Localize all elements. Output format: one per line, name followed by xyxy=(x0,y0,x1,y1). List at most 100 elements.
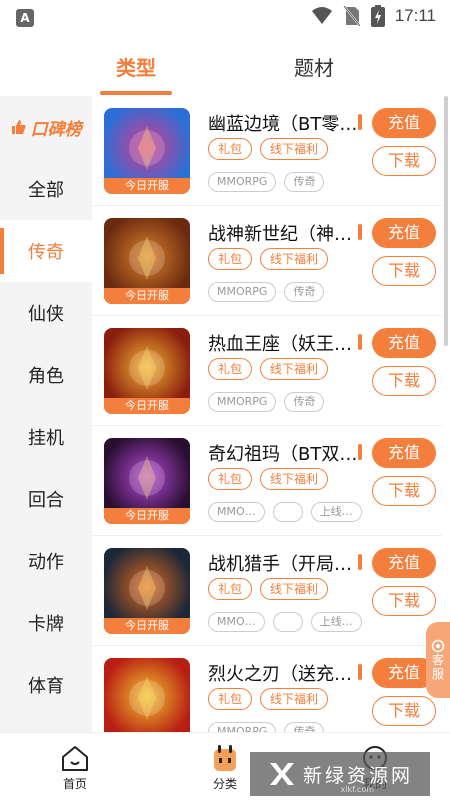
game-tag: 礼包 xyxy=(208,688,253,710)
game-tags: 礼包 线下福利 xyxy=(208,578,329,600)
game-categories: MMORPG 传奇 xyxy=(208,172,325,192)
battery-charging-icon xyxy=(370,5,385,27)
game-category: MMORPG xyxy=(208,722,277,732)
game-thumbnail[interactable]: 今日开服 xyxy=(104,438,190,524)
game-tag: 线下福利 xyxy=(260,248,329,270)
download-button[interactable]: 下载 xyxy=(372,146,436,176)
game-thumbnail[interactable] xyxy=(104,658,190,732)
game-category xyxy=(272,502,303,522)
download-button[interactable]: 下载 xyxy=(372,256,436,286)
watermark-logo: 新绿资源网 xlkf.com xyxy=(250,752,430,796)
game-category: 传奇 xyxy=(284,722,325,732)
recharge-button[interactable]: 充值 xyxy=(372,548,436,578)
game-thumbnail[interactable]: 今日开服 xyxy=(104,328,190,414)
wifi-icon xyxy=(311,7,332,24)
download-button[interactable]: 下载 xyxy=(372,696,436,726)
sidebar-item-card[interactable]: 卡牌 xyxy=(0,592,92,654)
game-tag: 礼包 xyxy=(208,468,253,490)
sidebar-item-rpg[interactable]: 角色 xyxy=(0,344,92,406)
recharge-button[interactable]: 充值 xyxy=(372,328,436,358)
game-category: 传奇 xyxy=(284,172,325,192)
no-sim-icon xyxy=(342,5,361,27)
today-open-banner: 今日开服 xyxy=(104,178,190,194)
game-row[interactable]: 今日开服 奇幻祖玛（BT双… 礼包 线下福利 MMO… 上线… 充值下载 xyxy=(92,426,442,536)
watermark-logo-icon xyxy=(269,763,294,785)
game-tag: 线下福利 xyxy=(260,688,329,710)
game-title[interactable]: 热血王座（妖王… xyxy=(208,330,364,356)
game-tags: 礼包 线下福利 xyxy=(208,358,329,380)
game-category: 传奇 xyxy=(284,392,325,412)
game-categories: MMORPG 传奇 xyxy=(208,282,325,302)
title-marker xyxy=(358,114,362,130)
sidebar-item-turn-based[interactable]: 回合 xyxy=(0,468,92,530)
game-tag: 礼包 xyxy=(208,138,253,160)
today-open-banner: 今日开服 xyxy=(104,398,190,414)
sidebar-item-reputation-rank[interactable]: 口碑榜 xyxy=(0,96,92,158)
sidebar-item-legend[interactable]: 传奇 xyxy=(0,220,92,282)
game-list[interactable]: 今日开服 幽蓝边境（BT零… 礼包 线下福利 MMORPG 传奇 充值 下载 今日开服 战神新世纪… xyxy=(92,96,442,732)
category-sidebar: 口碑榜 全部 传奇 仙侠 角色 挂机 回合 动作 卡牌 体育 xyxy=(0,96,92,736)
customer-service-label-bottom: 服 xyxy=(431,667,444,681)
sidebar-item-xianxia[interactable]: 仙侠 xyxy=(0,282,92,344)
tab-theme[interactable]: 题材 xyxy=(264,52,364,81)
game-category: 上线… xyxy=(310,502,362,522)
game-row[interactable]: 今日开服 幽蓝边境（BT零… 礼包 线下福利 MMORPG 传奇 充值下载 xyxy=(92,96,442,206)
game-tags: 礼包 线下福利 xyxy=(208,248,329,270)
status-bar: A 17:11 xyxy=(0,0,450,36)
sidebar-item-all[interactable]: 全部 xyxy=(0,158,92,220)
title-marker xyxy=(358,444,362,460)
customer-service-button[interactable]: 客 服 xyxy=(426,622,450,698)
game-thumbnail[interactable]: 今日开服 xyxy=(104,548,190,634)
game-category: MMO… xyxy=(208,502,265,522)
download-button[interactable]: 下载 xyxy=(372,366,436,396)
game-tag: 线下福利 xyxy=(260,138,329,160)
game-art-image xyxy=(129,676,165,720)
title-marker xyxy=(358,664,362,680)
game-tag: 礼包 xyxy=(208,248,253,270)
game-row[interactable]: 今日开服 热血王座（妖王… 礼包 线下福利 MMORPG 传奇 充值 下载 xyxy=(92,316,442,426)
app-screen: A 17:11 类型 题材 口碑榜 全部 传奇 仙侠 角色 挂机 回合 动作 卡… xyxy=(0,0,450,800)
sidebar-item-action[interactable]: 动作 xyxy=(0,530,92,592)
status-icons: 17:11 xyxy=(311,5,436,27)
today-open-banner: 今日开服 xyxy=(104,618,190,634)
game-row[interactable]: 今日开服 战机猎手（开局… 礼包 线下福利 MMO… 上线… 充值下载 xyxy=(92,536,442,646)
sidebar-item-idle[interactable]: 挂机 xyxy=(0,406,92,468)
title-marker xyxy=(358,334,362,350)
download-button[interactable]: 下载 xyxy=(372,476,436,506)
today-open-banner: 今日开服 xyxy=(104,508,190,524)
game-title[interactable]: 战神新世纪（神… xyxy=(208,220,364,246)
game-tags: 礼包 线下福利 xyxy=(208,468,329,490)
game-category: MMORPG xyxy=(208,172,277,192)
game-tag: 礼包 xyxy=(208,358,253,380)
game-title[interactable]: 奇幻祖玛（BT双… xyxy=(208,440,364,466)
game-thumbnail[interactable]: 今日开服 xyxy=(104,218,190,304)
game-tag: 线下福利 xyxy=(260,358,329,380)
game-row[interactable]: 烈火之刃（送充… 礼包 线下福利 MMORPG 传奇 充值 下载 xyxy=(92,646,442,732)
game-title[interactable]: 烈火之刃（送充… xyxy=(208,660,364,686)
home-icon xyxy=(62,746,88,771)
download-button[interactable]: 下载 xyxy=(372,586,436,616)
game-category: 上线… xyxy=(310,612,362,632)
nav-category-label: 分类 xyxy=(212,777,237,791)
recharge-button[interactable]: 充值 xyxy=(372,438,436,468)
watermark-text: 新绿资源网 xyxy=(302,764,413,787)
game-tags: 礼包 线下福利 xyxy=(208,688,329,710)
game-category: MMORPG xyxy=(208,282,277,302)
recharge-button[interactable]: 充值 xyxy=(372,108,436,138)
tab-type[interactable]: 类型 xyxy=(86,52,186,81)
nav-home[interactable]: 首页 xyxy=(30,741,120,792)
game-title[interactable]: 幽蓝边境（BT零… xyxy=(208,110,364,136)
game-tag: 礼包 xyxy=(208,578,253,600)
sidebar-item-sports[interactable]: 体育 xyxy=(0,654,92,716)
game-row[interactable]: 今日开服 战神新世纪（神… 礼包 线下福利 MMORPG 传奇 充值下载 xyxy=(92,206,442,316)
game-category: MMO… xyxy=(208,612,265,632)
game-thumbnail[interactable]: 今日开服 xyxy=(104,108,190,194)
list-scrollbar-thumb[interactable] xyxy=(444,96,448,346)
game-category xyxy=(272,612,303,632)
game-title[interactable]: 战机猎手（开局… xyxy=(208,550,364,576)
game-tag: 线下福利 xyxy=(260,468,329,490)
headset-icon xyxy=(431,639,445,653)
recharge-button[interactable]: 充值 xyxy=(372,218,436,248)
game-categories: MMO… 上线… xyxy=(208,612,362,632)
sidebar-title-label: 口碑榜 xyxy=(30,119,82,140)
